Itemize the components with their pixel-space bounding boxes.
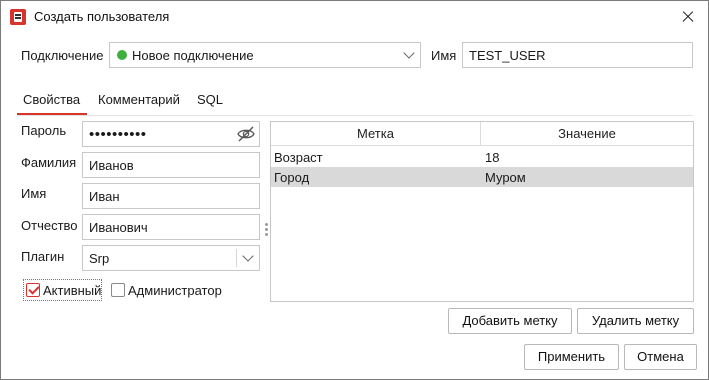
- user-name-label: Имя: [431, 48, 457, 63]
- first-name-input[interactable]: Иван: [82, 183, 260, 209]
- database-app-icon: [10, 9, 26, 25]
- password-value: ••••••••••: [89, 126, 147, 143]
- first-name-value: Иван: [89, 189, 120, 204]
- patronymic-label: Отчество: [21, 218, 78, 233]
- tab-sql[interactable]: SQL: [197, 92, 223, 107]
- create-user-dialog: Создать пользователя Подключение Новое п…: [0, 0, 709, 380]
- apply-button[interactable]: Применить: [524, 344, 619, 370]
- column-header-value[interactable]: Значение: [481, 122, 693, 146]
- last-name-value: Иванов: [89, 158, 134, 173]
- connection-label: Подключение: [21, 48, 104, 63]
- patronymic-input[interactable]: Иванович: [82, 214, 260, 240]
- password-label: Пароль: [21, 123, 67, 138]
- active-checkbox-label[interactable]: Активный: [43, 283, 101, 298]
- table-row[interactable]: Возраст 18: [271, 147, 693, 167]
- table-cell: Город: [274, 170, 310, 185]
- column-header-tag[interactable]: Метка: [271, 122, 481, 146]
- connection-value: Новое подключение: [132, 48, 254, 63]
- close-icon[interactable]: [676, 5, 700, 29]
- last-name-input[interactable]: Иванов: [82, 152, 260, 178]
- table-cell: Возраст: [274, 150, 323, 165]
- plugin-label: Плагин: [21, 249, 65, 264]
- active-tab-indicator: [17, 113, 87, 115]
- first-name-label: Имя: [21, 186, 47, 201]
- patronymic-value: Иванович: [89, 220, 148, 235]
- user-name-input[interactable]: TEST_USER: [462, 42, 693, 68]
- splitter-handle[interactable]: [265, 223, 268, 237]
- chevron-down-icon[interactable]: [242, 250, 254, 262]
- table-cell: 18: [485, 150, 500, 165]
- table-row-selected[interactable]: Город Муром: [271, 167, 693, 187]
- tags-table: Метка Значение Возраст 18 Город Муром: [270, 121, 694, 302]
- password-input[interactable]: ••••••••••: [82, 121, 260, 147]
- connection-select[interactable]: Новое подключение: [109, 42, 421, 68]
- active-checkbox[interactable]: [26, 283, 40, 297]
- tabs-divider: [17, 115, 693, 116]
- remove-tag-button[interactable]: Удалить метку: [577, 308, 694, 334]
- eye-slash-icon[interactable]: [236, 125, 256, 143]
- tab-comment[interactable]: Комментарий: [98, 92, 180, 107]
- plugin-select[interactable]: Srp: [82, 245, 260, 271]
- last-name-label: Фамилия: [21, 155, 77, 170]
- title-bar: Создать пользователя: [1, 1, 708, 33]
- cancel-button[interactable]: Отмена: [624, 344, 697, 370]
- plugin-value: Srp: [89, 251, 110, 266]
- connection-status-icon: [117, 50, 127, 60]
- admin-checkbox[interactable]: [111, 283, 125, 297]
- chevron-down-icon[interactable]: [403, 47, 415, 59]
- table-cell: Муром: [485, 170, 526, 185]
- user-name-value: TEST_USER: [469, 48, 546, 63]
- add-tag-button[interactable]: Добавить метку: [448, 308, 572, 334]
- select-divider: [236, 249, 237, 267]
- window-title: Создать пользователя: [34, 9, 170, 24]
- admin-checkbox-label[interactable]: Администратор: [128, 283, 222, 298]
- tab-properties[interactable]: Свойства: [23, 92, 80, 107]
